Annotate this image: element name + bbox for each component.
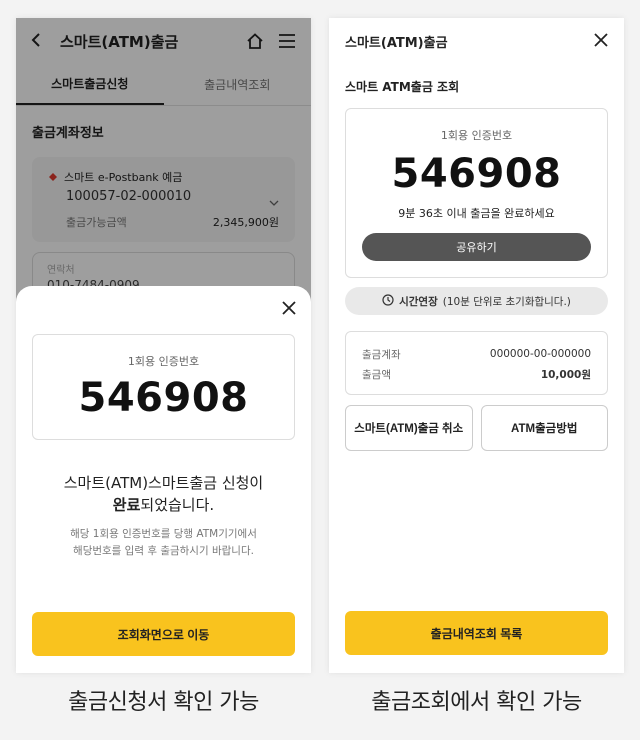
info-row: 출금액 10,000원 [362, 364, 591, 384]
go-to-inquiry-button[interactable]: 조회화면으로 이동 [32, 612, 295, 656]
auth-code-box: 1회용 인증번호 546908 [32, 334, 295, 440]
cancel-withdraw-button[interactable]: 스마트(ATM)출금 취소 [345, 405, 473, 451]
page-title: 스마트(ATM)출금 [345, 35, 448, 51]
phone-left: 스마트(ATM)출금 스마트출금신청 출금내역조회 출금계좌정보 스마트 e-P… [16, 18, 311, 673]
completion-message: 스마트(ATM)스마트출금 신청이 완료되었습니다. [16, 472, 311, 516]
info-label: 출금계좌 [362, 348, 401, 361]
share-button[interactable]: 공유하기 [362, 233, 591, 261]
app-header: 스마트(ATM)출금 [329, 18, 624, 64]
info-value: 000000-00-000000 [489, 348, 591, 360]
info-row: 출금계좌 000000-00-000000 [362, 344, 591, 364]
history-list-button[interactable]: 출금내역조회 목록 [345, 611, 608, 655]
extend-note: (10분 단위로 초기화합니다.) [442, 295, 571, 308]
completion-rest: 되었습니다. [140, 496, 215, 514]
auth-code-card: 1회용 인증번호 546908 9분 36초 이내 출금을 완료하세요 공유하기 [345, 108, 608, 278]
auth-code-label: 1회용 인증번호 [127, 355, 200, 368]
instruction-line1: 해당 1회용 인증번호를 당행 ATM기기에서 [70, 528, 257, 540]
auth-code-label: 1회용 인증번호 [440, 129, 513, 142]
info-label: 출금액 [362, 368, 391, 381]
action-buttons: 스마트(ATM)출금 취소 ATM출금방법 [345, 405, 608, 451]
auth-code: 546908 [78, 375, 249, 421]
atm-method-button[interactable]: ATM출금방법 [480, 405, 608, 451]
close-icon[interactable] [594, 32, 608, 51]
withdraw-info-card: 출금계좌 000000-00-000000 출금액 10,000원 [345, 331, 608, 395]
completion-line1: 스마트(ATM)스마트출금 신청이 [63, 474, 264, 492]
close-icon[interactable] [279, 298, 299, 318]
clock-icon [382, 293, 394, 309]
completion-bold: 완료 [112, 496, 141, 514]
extend-label: 시간연장 [399, 295, 438, 308]
instruction-text: 해당 1회용 인증번호를 당행 ATM기기에서 해당번호를 입력 후 출금하시기… [16, 526, 311, 560]
phone-right: 스마트(ATM)출금 스마트 ATM출금 조회 1회용 인증번호 546908 … [329, 18, 624, 673]
instruction-line2: 해당번호를 입력 후 출금하시기 바랍니다. [73, 545, 254, 557]
bottom-sheet: 1회용 인증번호 546908 스마트(ATM)스마트출금 신청이 완료되었습니… [16, 286, 311, 673]
extend-time-button[interactable]: 시간연장 (10분 단위로 초기화합니다.) [345, 287, 608, 315]
time-remaining: 9분 36초 이내 출금을 완료하세요 [398, 207, 555, 220]
auth-code: 546908 [391, 151, 562, 197]
caption-right: 출금조회에서 확인 가능 [371, 690, 582, 715]
section-title: 스마트 ATM출금 조회 [345, 80, 460, 94]
info-value: 10,000원 [540, 368, 591, 381]
caption-left: 출금신청서 확인 가능 [68, 690, 259, 715]
